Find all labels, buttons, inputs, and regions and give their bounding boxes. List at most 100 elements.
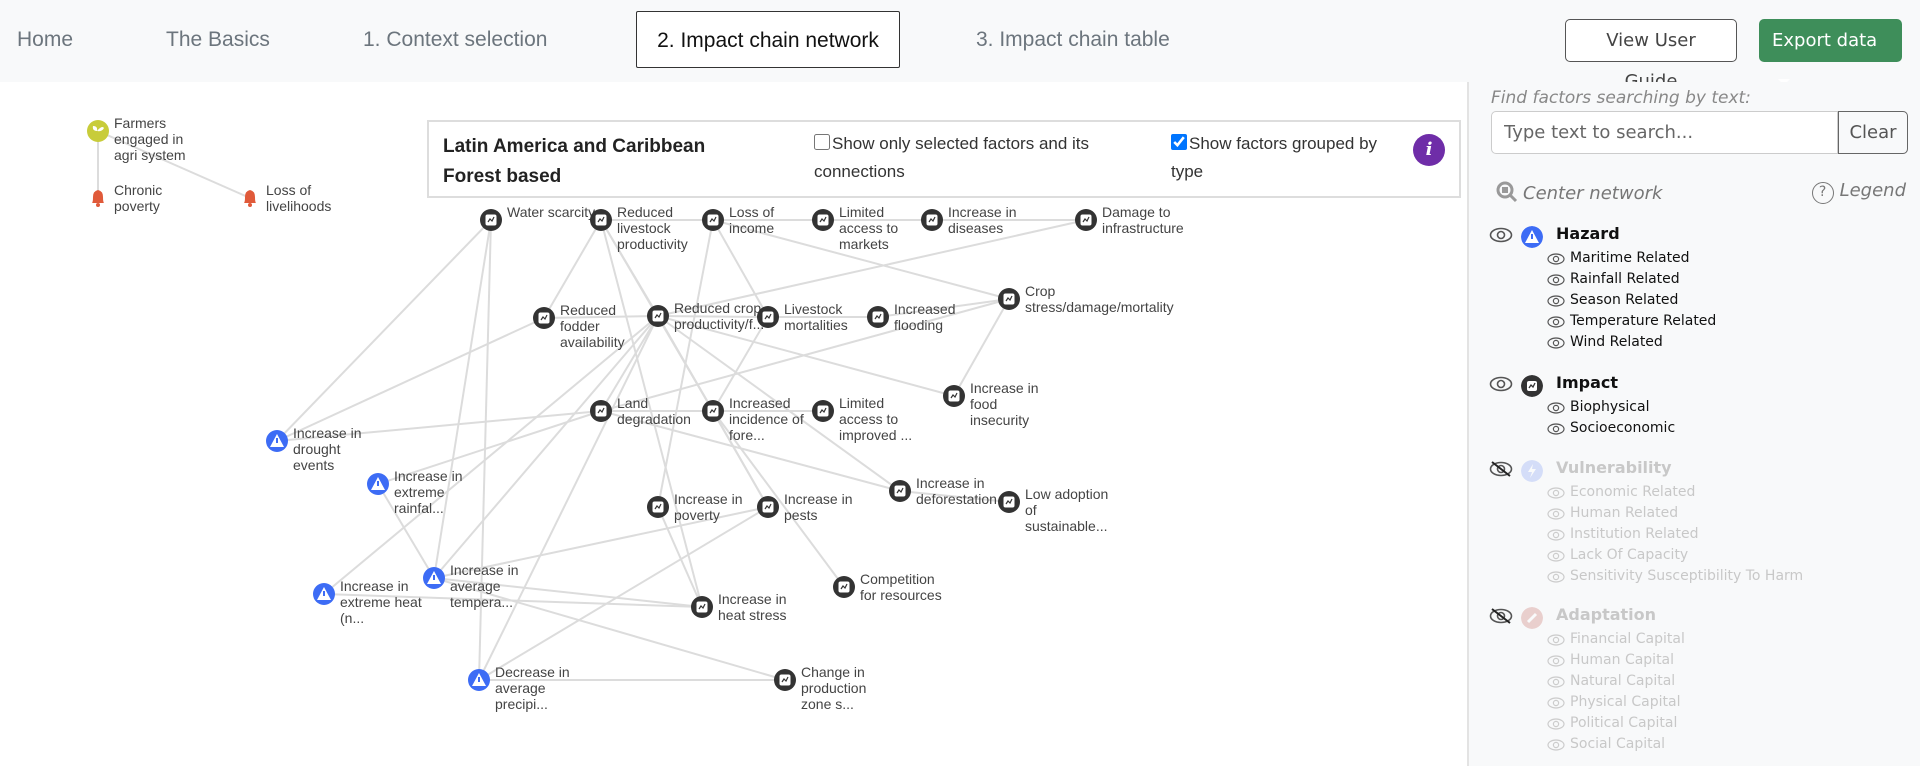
legend-subitem[interactable]: Human Capital [1547,650,1685,671]
node-infra[interactable]: Damage to infrastructure [1075,204,1184,236]
search-input[interactable] [1491,111,1838,154]
eye-icon[interactable] [1547,250,1570,266]
legend-subitem[interactable]: Political Capital [1547,713,1685,734]
legend-subitem[interactable]: Economic Related [1547,482,1803,503]
node-chronic[interactable]: Chronic poverty [92,182,162,214]
tab-home[interactable]: Home [5,11,85,68]
node-label-line: Increase in [948,204,1016,220]
eye-icon[interactable] [1547,694,1570,710]
node-cropstress[interactable]: Crop stress/damage/mortality [998,283,1174,315]
eye-icon[interactable] [1547,568,1570,584]
node-diseases[interactable]: Increase in diseases [921,204,1016,236]
node-adopt[interactable]: Low adoption of sustainable... [998,486,1108,534]
eye-icon[interactable] [1547,313,1570,329]
impact-icon [998,491,1020,513]
group-name: Vulnerability [1556,458,1672,477]
legend-group-vulnerability: Vulnerability Economic Related Human Relat… [1489,458,1803,587]
node-defor[interactable]: Increase in deforestation [889,475,997,507]
node-fire[interactable]: Increased incidence of fore... [702,395,804,443]
eye-icon[interactable] [1547,736,1570,752]
node-water[interactable]: Water scarcity [480,204,595,231]
node-label-line: Reduced crop [674,300,761,316]
node-poverty[interactable]: Increase in poverty [647,491,742,523]
node-label-line: (n... [340,610,364,626]
node-pests[interactable]: Increase in pests [757,491,852,523]
eye-slash-icon[interactable] [1489,607,1513,629]
eye-icon[interactable] [1547,334,1570,350]
node-mort[interactable]: Livestock mortalities [757,301,848,333]
legend-subitem[interactable]: Sensitivity Susceptibility To Harm [1547,566,1803,587]
show-grouped-checkbox[interactable]: Show factors grouped by type [1171,130,1401,186]
center-network-button[interactable]: Center network [1495,180,1662,204]
node-food[interactable]: Increase in food insecurity [943,380,1038,428]
node-income[interactable]: Loss of income [702,204,774,236]
eye-icon[interactable] [1547,547,1570,563]
node-markets[interactable]: Limited access to markets [812,204,898,252]
node-label: Crop stress/damage/mortality [1025,283,1174,315]
node-label-line: productivity [617,236,688,252]
info-button[interactable]: i [1413,134,1445,166]
legend-subitem[interactable]: Social Capital [1547,734,1685,755]
eye-icon[interactable] [1547,399,1570,415]
show-grouped-input[interactable] [1171,134,1187,150]
legend-subitem[interactable]: Maritime Related [1547,248,1716,269]
eye-icon[interactable] [1547,292,1570,308]
node-label: Livestock mortalities [784,301,848,333]
tab-context-selection[interactable]: 1. Context selection [351,11,559,68]
eye-icon[interactable] [1547,271,1570,287]
eye-icon[interactable] [1547,505,1570,521]
legend-subitem[interactable]: Rainfall Related [1547,269,1716,290]
eye-icon[interactable] [1489,226,1513,248]
node-livestockprod[interactable]: Reduced livestock productivity [590,204,688,252]
legend-subitem[interactable]: Natural Capital [1547,671,1685,692]
eye-icon[interactable] [1547,715,1570,731]
eye-icon[interactable] [1547,673,1570,689]
show-only-selected-input[interactable] [814,134,830,150]
warning-icon [1521,226,1543,248]
legend-subitem[interactable]: Physical Capital [1547,692,1685,713]
eye-icon[interactable] [1489,375,1513,397]
eye-icon[interactable] [1547,652,1570,668]
legend-subitem[interactable]: Lack Of Capacity [1547,545,1803,566]
node-label: Reduced crop productivity/f... [674,300,764,332]
node-farmers[interactable]: Farmers engaged in agri system [87,115,186,163]
node-heatstress[interactable]: Increase in heat stress [691,591,786,623]
node-improved[interactable]: Limited access to improved ... [812,395,912,443]
legend-subitem[interactable]: Wind Related [1547,332,1716,353]
node-label-line: fore... [729,427,765,443]
export-data-button[interactable]: Export data [1759,19,1902,85]
legend-subitem[interactable]: Human Related [1547,503,1803,524]
subitem-label: Biophysical [1570,399,1650,415]
node-drought[interactable]: Increase in drought events [266,425,361,473]
view-user-guide-button[interactable]: View User Guide [1565,19,1737,92]
node-flood[interactable]: Increased flooding [867,301,955,333]
legend-subitem[interactable]: Financial Capital [1547,629,1685,650]
node-fodder[interactable]: Reduced fodder availability [533,302,625,350]
eye-icon[interactable] [1547,526,1570,542]
legend-subitem[interactable]: Socioeconomic [1547,418,1675,439]
eye-icon[interactable] [1547,484,1570,500]
show-only-selected-checkbox[interactable]: Show only selected factors and its conne… [814,130,1134,186]
eye-icon[interactable] [1547,631,1570,647]
node-zone[interactable]: Change in production zone s... [774,664,866,712]
node-label-line: pests [784,507,817,523]
node-heat[interactable]: Increase in extreme heat (n... [313,578,422,626]
node-livelihoods[interactable]: Loss of livelihoods [244,182,331,214]
eye-icon[interactable] [1547,420,1570,436]
node-precip[interactable]: Decrease in average precipi... [468,664,570,712]
clear-button[interactable]: Clear [1838,111,1908,154]
impact-icon [812,209,834,231]
node-compet[interactable]: Competition for resources [833,571,942,603]
tab-the-basics[interactable]: The Basics [154,11,282,68]
node-label-line: sustainable... [1025,518,1108,534]
legend-subitem[interactable]: Temperature Related [1547,311,1716,332]
tab-impact-chain-table[interactable]: 3. Impact chain table [964,11,1182,68]
eye-slash-icon[interactable] [1489,460,1513,482]
legend-subitem[interactable]: Season Related [1547,290,1716,311]
legend-button[interactable]: ? Legend [1811,180,1906,204]
legend-subitem[interactable]: Institution Related [1547,524,1803,545]
node-label-line: Low adoption [1025,486,1108,502]
node-label: Chronic poverty [114,182,162,214]
tab-impact-chain-network[interactable]: 2. Impact chain network [636,11,900,68]
legend-subitem[interactable]: Biophysical [1547,397,1675,418]
